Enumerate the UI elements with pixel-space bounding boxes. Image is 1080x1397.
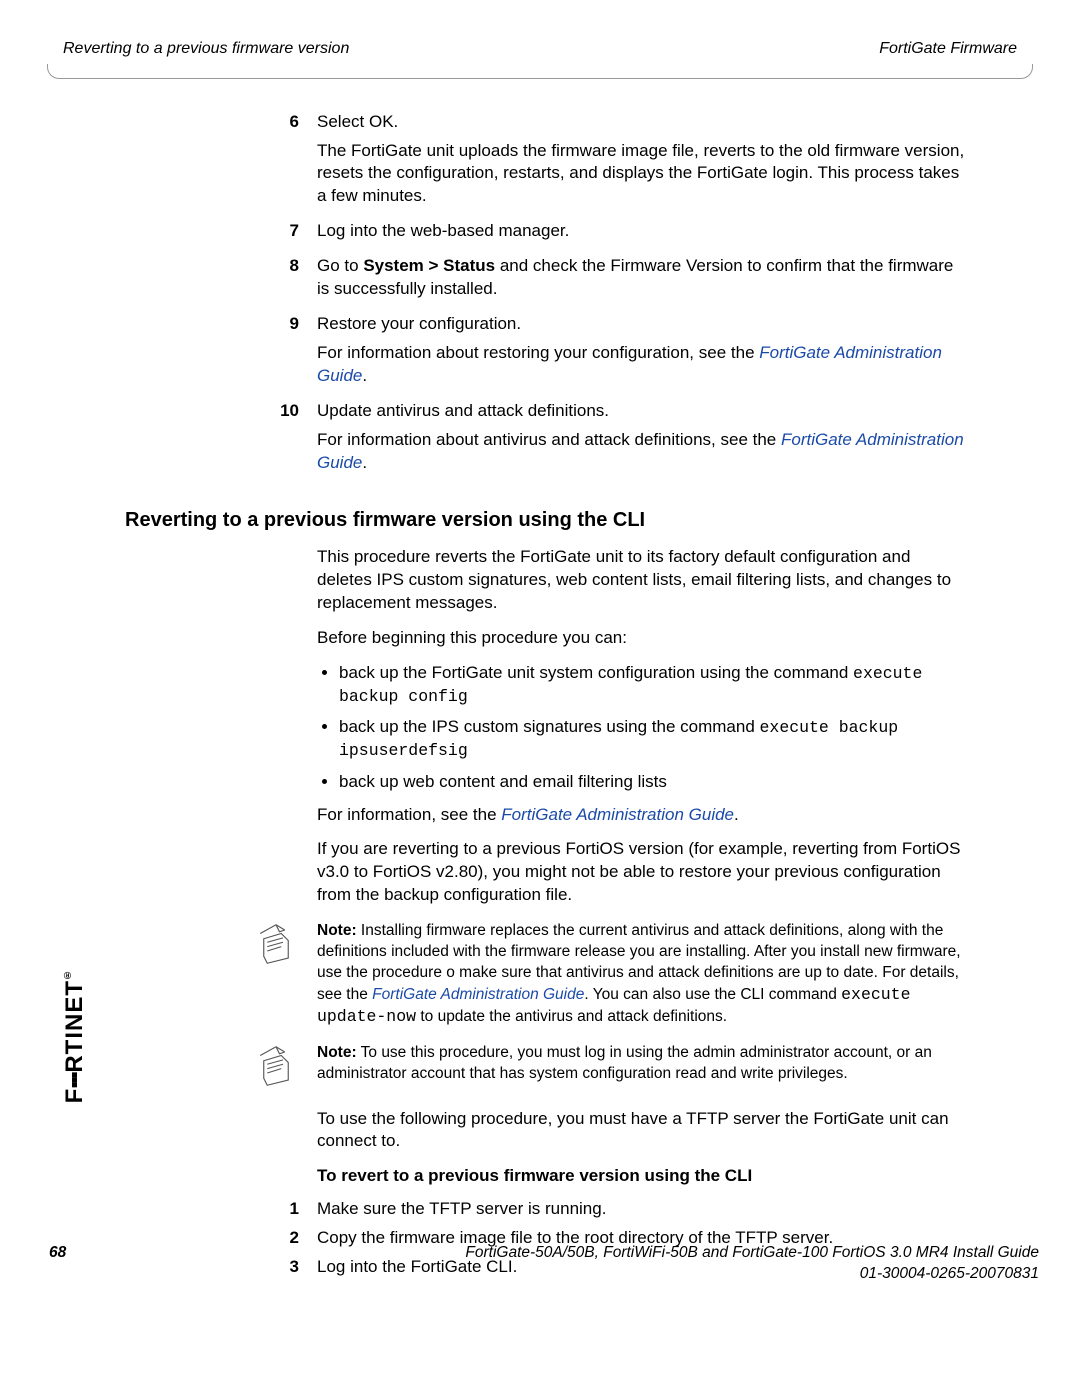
numbered-step: 8Go to System > Status and check the Fir… (255, 255, 965, 307)
step-body: Restore your configuration.For informati… (317, 313, 965, 394)
page-number: 68 (49, 1243, 66, 1285)
list-item: back up the FortiGate unit system config… (339, 662, 965, 709)
numbered-step: 1Make sure the TFTP server is running. (255, 1198, 965, 1221)
page: Reverting to a previous firmware version… (45, 38, 1035, 1285)
note-block: Note: Installing firmware replaces the c… (255, 921, 965, 1028)
step-number: 8 (255, 255, 317, 307)
footer: 68 FortiGate-50A/50B, FortiWiFi-50B and … (45, 1243, 1043, 1285)
step-body: Make sure the TFTP server is running. (317, 1198, 965, 1221)
step-body: Go to System > Status and check the Firm… (317, 255, 965, 307)
section-heading: Reverting to a previous firmware version… (125, 507, 965, 534)
step-number: 6 (255, 111, 317, 215)
step-number: 9 (255, 313, 317, 394)
admin-guide-link[interactable]: FortiGate Administration Guide (501, 805, 734, 824)
header-left: Reverting to a previous firmware version (63, 38, 349, 60)
step-number: 1 (255, 1198, 317, 1221)
list-item: back up the IPS custom signatures using … (339, 716, 965, 763)
numbered-step: 7Log into the web-based manager. (255, 220, 965, 249)
note-text: Note: Installing firmware replaces the c… (317, 921, 965, 1028)
bullet-list: back up the FortiGate unit system config… (317, 662, 965, 794)
step-number: 7 (255, 220, 317, 249)
header-rule (47, 64, 1033, 79)
after-bullets-warning: If you are reverting to a previous Forti… (317, 838, 965, 907)
after-notes-paragraph: To use the following procedure, you must… (317, 1108, 965, 1154)
intro-paragraph: This procedure reverts the FortiGate uni… (317, 546, 965, 615)
footer-text: FortiGate-50A/50B, FortiWiFi-50B and For… (465, 1243, 1039, 1285)
step-body: Update antivirus and attack definitions.… (317, 400, 965, 481)
body-content: 6Select OK.The FortiGate unit uploads th… (255, 111, 965, 1280)
procedure-title: To revert to a previous firmware version… (317, 1165, 965, 1188)
numbered-step: 9Restore your configuration.For informat… (255, 313, 965, 394)
numbered-step: 10Update antivirus and attack definition… (255, 400, 965, 481)
admin-guide-link[interactable]: FortiGate Administration Guide (372, 986, 584, 1003)
list-item: back up web content and email filtering … (339, 771, 965, 794)
after-bullets-ref: For information, see the FortiGate Admin… (317, 804, 965, 827)
intro-paragraph-2: Before beginning this procedure you can: (317, 627, 965, 650)
note-text: Note: To use this procedure, you must lo… (317, 1043, 965, 1094)
numbered-step: 6Select OK.The FortiGate unit uploads th… (255, 111, 965, 215)
step-body: Log into the web-based manager. (317, 220, 965, 249)
note-icon (255, 1043, 317, 1094)
header-right: FortiGate Firmware (879, 38, 1017, 60)
running-header: Reverting to a previous firmware version… (45, 38, 1035, 64)
fortinet-logo: FRTINET® (63, 968, 87, 1103)
step-number: 10 (255, 400, 317, 481)
step-body: Select OK.The FortiGate unit uploads the… (317, 111, 965, 215)
note-icon (255, 921, 317, 1028)
note-block: Note: To use this procedure, you must lo… (255, 1043, 965, 1094)
